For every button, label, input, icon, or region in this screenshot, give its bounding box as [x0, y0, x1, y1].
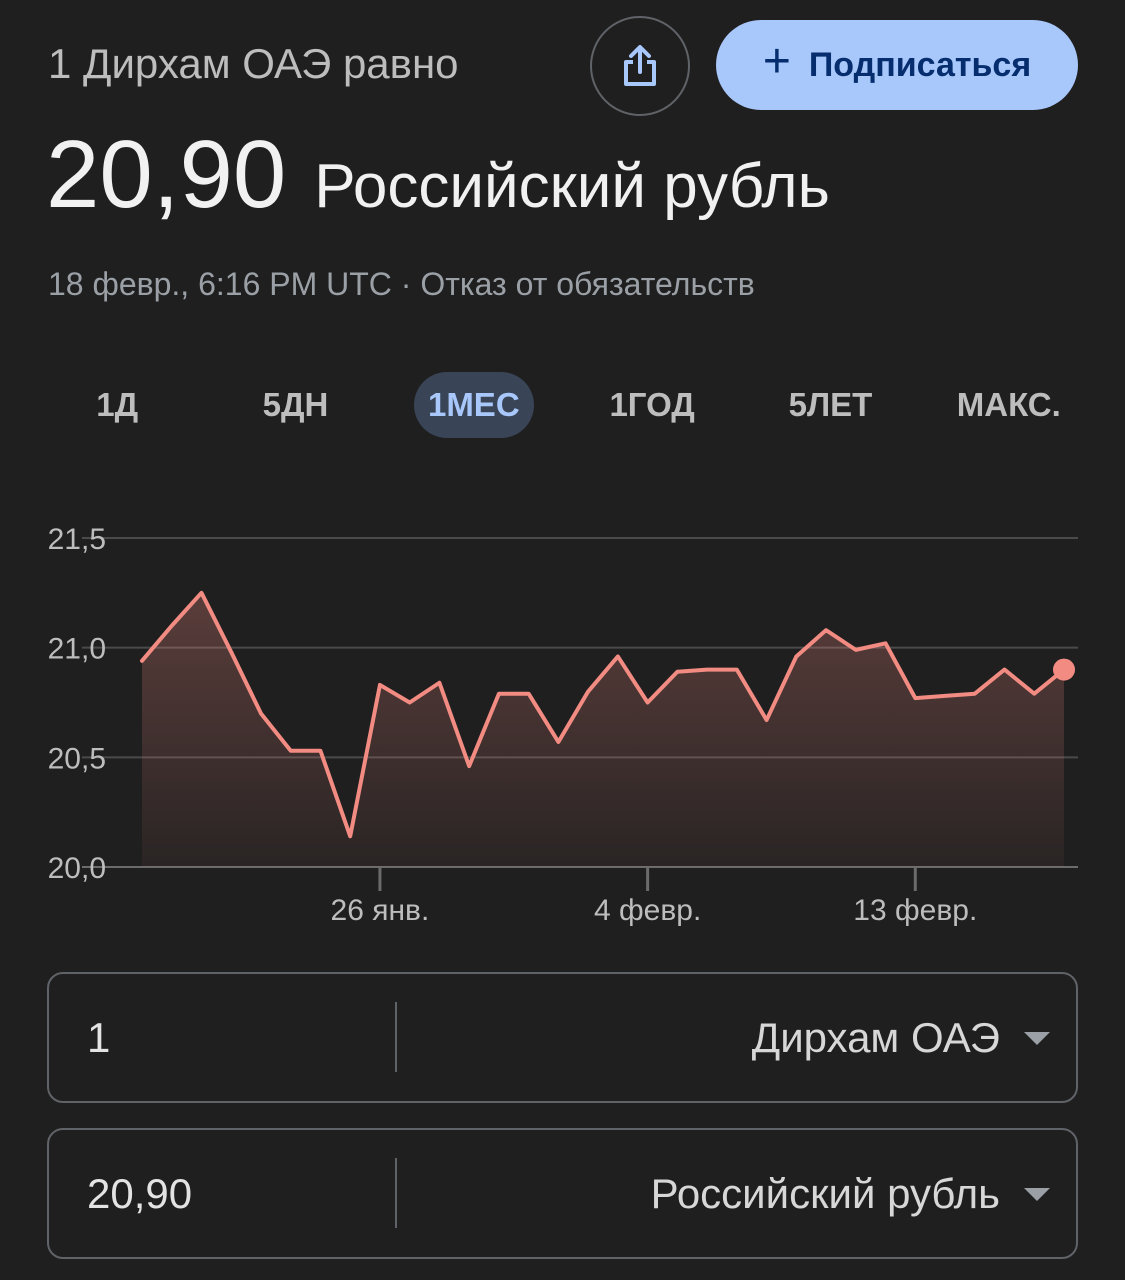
data-point — [884, 641, 888, 645]
data-point — [556, 740, 560, 744]
from-currency-select[interactable]: Дирхам ОАЭ — [752, 1014, 1000, 1062]
chevron-down-icon[interactable] — [1024, 1188, 1050, 1201]
from-amount-input[interactable]: 1 — [87, 1014, 110, 1062]
data-point — [824, 628, 828, 632]
rate-chart[interactable]: 21,5 21,0 20,5 20,0 26 янв. 4 февр. 13 февр. — [0, 500, 1125, 940]
data-point — [973, 692, 977, 696]
data-point — [259, 711, 263, 715]
data-point — [318, 749, 322, 753]
data-point — [408, 701, 412, 705]
y-tick-label: 20,0 — [48, 852, 106, 885]
data-point — [913, 696, 917, 700]
rate-meta: 18 февр., 6:16 PM UTC · Отказ от обязате… — [48, 266, 755, 302]
share-icon — [624, 45, 656, 86]
period-tabs: 1Д 5ДН 1МЕС 1ГОД 5ЛЕТ МАКС. — [28, 372, 1098, 438]
area-fill — [142, 592, 1064, 867]
data-point — [437, 681, 441, 685]
x-tick-label: 4 февр. — [594, 894, 701, 927]
data-point — [199, 591, 203, 595]
to-amount-input[interactable]: 20,90 — [87, 1170, 192, 1218]
share-button[interactable] — [590, 16, 690, 116]
plus-icon: + — [762, 35, 791, 88]
data-point — [765, 718, 769, 722]
y-tick-label: 20,5 — [48, 742, 106, 775]
data-point — [646, 701, 650, 705]
tab-5d[interactable]: 5ДН — [206, 372, 384, 438]
data-point — [616, 654, 620, 658]
data-point — [229, 650, 233, 654]
data-point — [854, 648, 858, 652]
tab-1m[interactable]: 1МЕС — [385, 372, 563, 438]
data-point — [675, 670, 679, 674]
data-point — [1003, 668, 1007, 672]
data-point — [348, 834, 352, 838]
chevron-down-icon[interactable] — [1024, 1032, 1050, 1045]
rate-heading: 20,90 Российский рубль — [46, 120, 830, 230]
x-tick-label: 13 февр. — [853, 894, 977, 927]
data-point — [527, 692, 531, 696]
to-currency-field: 20,90 Российский рубль — [47, 1128, 1078, 1259]
y-tick-label: 21,5 — [48, 523, 106, 556]
data-point — [705, 668, 709, 672]
subscribe-button[interactable]: + Подписаться — [716, 20, 1078, 110]
data-point — [497, 692, 501, 696]
tab-5y[interactable]: 5ЛЕТ — [741, 372, 919, 438]
current-value-dot — [1053, 658, 1075, 681]
x-tick-label: 26 янв. — [331, 894, 430, 927]
tab-1d[interactable]: 1Д — [28, 372, 206, 438]
data-point — [467, 764, 471, 768]
data-point — [140, 659, 144, 663]
y-tick-label: 21,0 — [48, 633, 106, 666]
rate-subtitle: 1 Дирхам ОАЭ равно — [48, 40, 459, 87]
data-point — [378, 683, 382, 687]
data-point — [735, 668, 739, 672]
field-divider — [395, 1158, 397, 1228]
data-point — [586, 690, 590, 694]
from-currency-field: 1 Дирхам ОАЭ — [47, 972, 1078, 1103]
tab-max[interactable]: МАКС. — [920, 372, 1098, 438]
data-point — [1032, 692, 1036, 696]
rate-value: 20,90 — [46, 121, 287, 228]
subscribe-label: Подписаться — [808, 45, 1032, 84]
data-point — [170, 624, 174, 628]
rate-currency: Российский рубль — [314, 152, 830, 221]
to-currency-select[interactable]: Российский рубль — [651, 1170, 1000, 1218]
data-point — [943, 694, 947, 698]
data-point — [794, 654, 798, 658]
tab-1y[interactable]: 1ГОД — [563, 372, 741, 438]
data-point — [289, 749, 293, 753]
field-divider — [395, 1002, 397, 1072]
